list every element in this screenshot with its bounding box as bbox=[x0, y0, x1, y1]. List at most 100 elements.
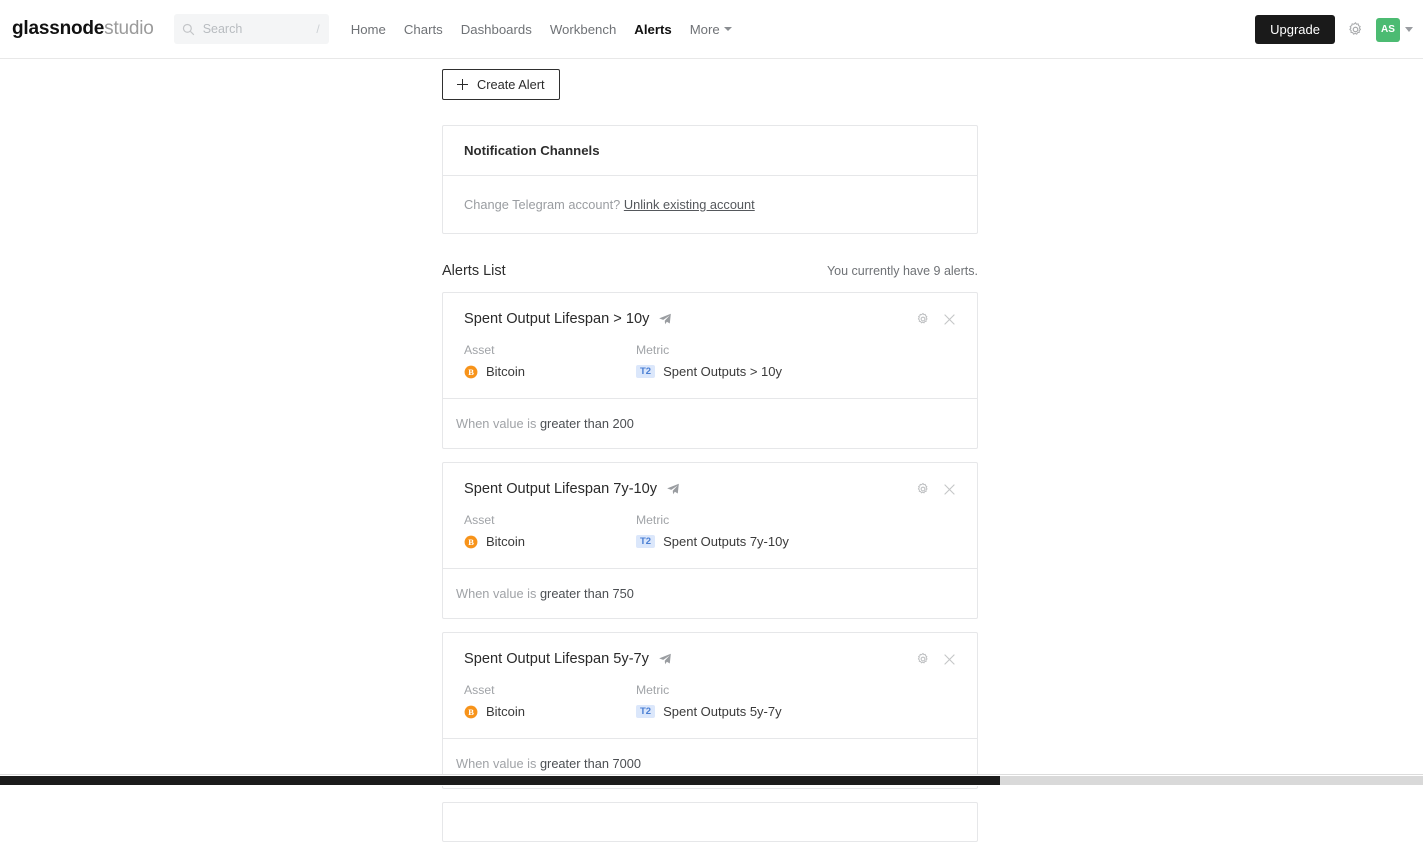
close-icon[interactable] bbox=[943, 483, 956, 496]
svg-text:B: B bbox=[468, 706, 474, 716]
bitcoin-icon: B bbox=[464, 705, 478, 719]
alerts-list-title: Alerts List bbox=[442, 263, 506, 279]
nav-item-workbench[interactable]: Workbench bbox=[550, 22, 616, 37]
condition-value: greater than 200 bbox=[540, 416, 634, 431]
asset-name: Bitcoin bbox=[486, 364, 525, 379]
alert-card[interactable]: Spent Output Lifespan > 10y bbox=[442, 292, 978, 449]
condition-prefix: When value is bbox=[456, 586, 540, 601]
condition-value: greater than 7000 bbox=[540, 756, 641, 771]
alert-condition-row: When value is greater than 750 bbox=[443, 568, 977, 618]
alert-fields: Asset B Bitcoin Metric T2 bbox=[464, 683, 956, 719]
alert-card[interactable]: Spent Output Lifespan 5y-7y bbox=[442, 632, 978, 789]
asset-label: Asset bbox=[464, 683, 636, 697]
metric-name: Spent Outputs 7y-10y bbox=[663, 534, 789, 549]
alert-asset-field: Asset B Bitcoin bbox=[464, 513, 636, 549]
logo-text-primary: glassnode bbox=[12, 18, 104, 40]
telegram-send-icon bbox=[658, 312, 672, 326]
asset-value: B Bitcoin bbox=[464, 364, 636, 379]
app-logo[interactable]: glassnodestudio bbox=[12, 18, 154, 40]
asset-label: Asset bbox=[464, 513, 636, 527]
asset-value: B Bitcoin bbox=[464, 534, 636, 549]
unlink-account-link[interactable]: Unlink existing account bbox=[624, 197, 755, 212]
asset-label: Asset bbox=[464, 343, 636, 357]
nav-item-more-label: More bbox=[690, 22, 720, 37]
search-icon bbox=[182, 23, 195, 36]
horizontal-scrollbar[interactable] bbox=[0, 774, 1423, 786]
alert-fields: Asset B Bitcoin Metric T2 bbox=[464, 513, 956, 549]
metric-tier-badge: T2 bbox=[636, 365, 655, 379]
close-icon[interactable] bbox=[943, 313, 956, 326]
nav-item-charts[interactable]: Charts bbox=[404, 22, 443, 37]
metric-label: Metric bbox=[636, 683, 782, 697]
alert-title: Spent Output Lifespan 5y-7y bbox=[464, 651, 649, 667]
condition-prefix: When value is bbox=[456, 416, 540, 431]
user-menu[interactable]: AS bbox=[1376, 18, 1413, 42]
alert-title-row: Spent Output Lifespan 7y-10y bbox=[464, 481, 956, 497]
scrollbar-thumb[interactable] bbox=[0, 776, 1000, 785]
search-placeholder: Search bbox=[203, 22, 243, 36]
header-actions: Upgrade AS bbox=[1255, 0, 1413, 59]
telegram-send-icon bbox=[666, 482, 680, 496]
alert-fields: Asset B Bitcoin Metric T2 bbox=[464, 343, 956, 379]
nav-item-more[interactable]: More bbox=[690, 22, 732, 37]
chevron-down-icon bbox=[1405, 27, 1413, 32]
alert-metric-field: Metric T2 Spent Outputs 7y-10y bbox=[636, 513, 789, 549]
search-shortcut-hint: / bbox=[316, 22, 319, 36]
alert-title-row: Spent Output Lifespan > 10y bbox=[464, 311, 956, 327]
primary-nav: Home Charts Dashboards Workbench Alerts … bbox=[351, 22, 732, 37]
alert-card-partial[interactable] bbox=[442, 802, 978, 842]
create-alert-button[interactable]: Create Alert bbox=[442, 69, 560, 100]
gear-icon[interactable] bbox=[916, 652, 930, 666]
alert-asset-field: Asset B Bitcoin bbox=[464, 683, 636, 719]
alerts-list-header: Alerts List You currently have 9 alerts. bbox=[442, 263, 978, 279]
gear-icon[interactable] bbox=[1347, 21, 1364, 38]
search-input[interactable]: Search / bbox=[174, 14, 329, 44]
bitcoin-icon: B bbox=[464, 535, 478, 549]
alert-card-actions bbox=[916, 652, 956, 666]
notification-channels-body: Change Telegram account? Unlink existing… bbox=[443, 176, 977, 233]
alert-card-body: Spent Output Lifespan 7y-10y bbox=[443, 463, 977, 568]
close-icon[interactable] bbox=[943, 653, 956, 666]
scrollbar-track[interactable] bbox=[1000, 776, 1423, 785]
asset-name: Bitcoin bbox=[486, 534, 525, 549]
metric-label: Metric bbox=[636, 343, 782, 357]
upgrade-button[interactable]: Upgrade bbox=[1255, 15, 1335, 44]
metric-value: T2 Spent Outputs > 10y bbox=[636, 364, 782, 379]
svg-text:B: B bbox=[468, 366, 474, 376]
metric-name: Spent Outputs > 10y bbox=[663, 364, 782, 379]
telegram-change-text: Change Telegram account? bbox=[464, 197, 620, 212]
bitcoin-icon: B bbox=[464, 365, 478, 379]
page-body: Create Alert Notification Channels Chang… bbox=[0, 59, 1423, 786]
alert-card-actions bbox=[916, 482, 956, 496]
svg-text:B: B bbox=[468, 536, 474, 546]
alert-title-row: Spent Output Lifespan 5y-7y bbox=[464, 651, 956, 667]
metric-name: Spent Outputs 5y-7y bbox=[663, 704, 782, 719]
avatar: AS bbox=[1376, 18, 1400, 42]
alert-card[interactable]: Spent Output Lifespan 7y-10y bbox=[442, 462, 978, 619]
condition-prefix: When value is bbox=[456, 756, 540, 771]
alert-metric-field: Metric T2 Spent Outputs 5y-7y bbox=[636, 683, 782, 719]
alert-card-body: Spent Output Lifespan > 10y bbox=[443, 293, 977, 398]
alert-asset-field: Asset B Bitcoin bbox=[464, 343, 636, 379]
metric-label: Metric bbox=[636, 513, 789, 527]
metric-tier-badge: T2 bbox=[636, 705, 655, 719]
nav-item-alerts[interactable]: Alerts bbox=[634, 22, 671, 37]
nav-item-home[interactable]: Home bbox=[351, 22, 386, 37]
alerts-count-text: You currently have 9 alerts. bbox=[827, 264, 978, 278]
content-column: Create Alert Notification Channels Chang… bbox=[442, 59, 978, 842]
alert-title: Spent Output Lifespan > 10y bbox=[464, 311, 649, 327]
nav-item-dashboards[interactable]: Dashboards bbox=[461, 22, 532, 37]
asset-name: Bitcoin bbox=[486, 704, 525, 719]
metric-value: T2 Spent Outputs 5y-7y bbox=[636, 704, 782, 719]
logo-text-secondary: studio bbox=[104, 18, 154, 40]
plus-icon bbox=[457, 79, 468, 90]
top-navigation-bar: glassnodestudio Search / Home Charts Das… bbox=[0, 0, 1423, 59]
alert-condition-row: When value is greater than 200 bbox=[443, 398, 977, 448]
alert-title: Spent Output Lifespan 7y-10y bbox=[464, 481, 657, 497]
chevron-down-icon bbox=[724, 27, 732, 31]
alert-metric-field: Metric T2 Spent Outputs > 10y bbox=[636, 343, 782, 379]
metric-value: T2 Spent Outputs 7y-10y bbox=[636, 534, 789, 549]
gear-icon[interactable] bbox=[916, 482, 930, 496]
gear-icon[interactable] bbox=[916, 312, 930, 326]
asset-value: B Bitcoin bbox=[464, 704, 636, 719]
